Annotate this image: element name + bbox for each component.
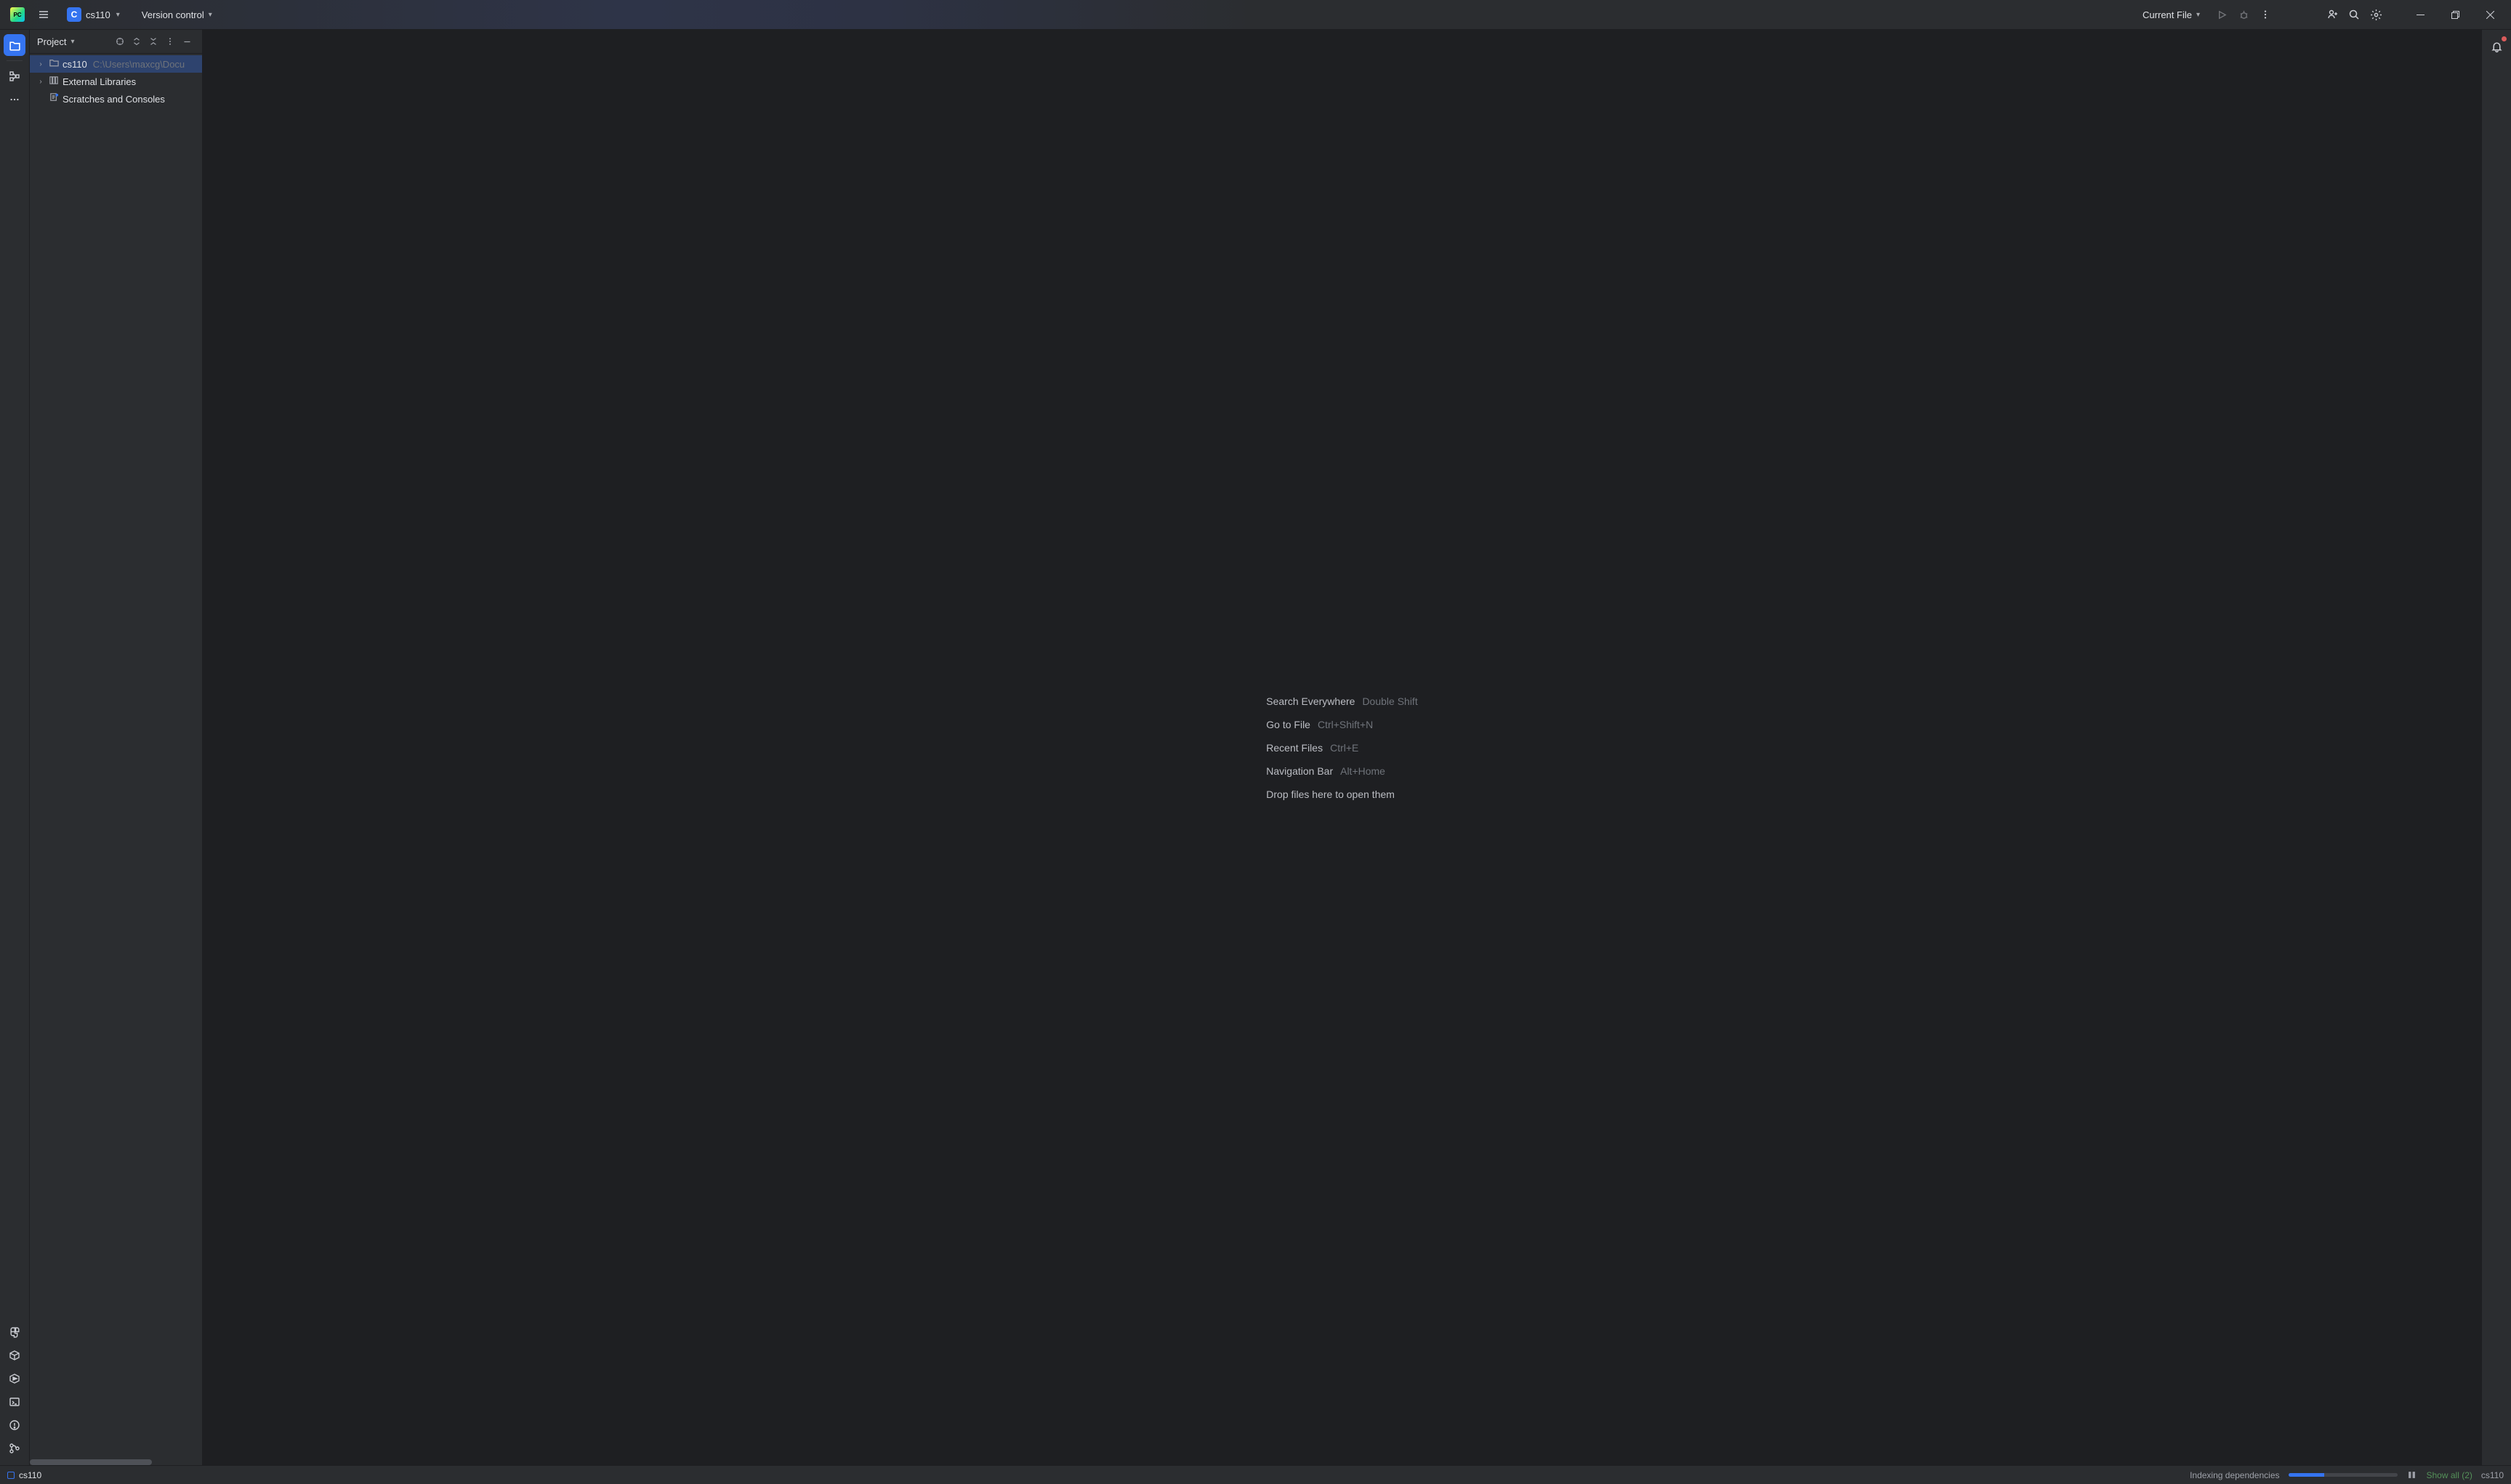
search-everywhere-button[interactable] — [2344, 4, 2364, 25]
right-tool-rail — [2481, 30, 2511, 1465]
project-name: cs110 — [86, 9, 110, 20]
more-actions-button[interactable] — [2255, 4, 2276, 25]
hint-search-everywhere[interactable]: Search Everywhere Double Shift — [1266, 695, 1417, 707]
project-tool-window: Project ▾ — [30, 30, 203, 1465]
indexing-progress-bar[interactable] — [2289, 1473, 2398, 1477]
hint-recent-files[interactable]: Recent Files Ctrl+E — [1266, 742, 1417, 754]
chevron-down-icon: ▾ — [209, 11, 212, 19]
window-close-button[interactable] — [2473, 0, 2507, 30]
project-view-selector[interactable]: Project ▾ — [37, 36, 75, 47]
project-badge: C — [67, 7, 81, 22]
more-tool-windows-button[interactable] — [4, 89, 25, 110]
notifications-button[interactable] — [2486, 36, 2507, 57]
terminal-tool-button[interactable] — [4, 1391, 25, 1413]
scratches-icon — [49, 92, 60, 105]
expand-all-button[interactable] — [129, 33, 145, 49]
panel-options-button[interactable] — [162, 33, 178, 49]
chevron-right-icon[interactable]: › — [36, 60, 46, 68]
version-control-label: Version control — [142, 9, 204, 20]
tree-root-node[interactable]: › cs110 C:\Users\maxcg\Docu — [30, 55, 202, 73]
notification-indicator-dot — [2502, 36, 2507, 41]
editor-empty-state[interactable]: Search Everywhere Double Shift Go to Fil… — [203, 30, 2481, 1465]
chevron-down-icon: ▾ — [116, 11, 120, 19]
chevron-down-icon: ▾ — [70, 38, 74, 46]
run-configuration-selector[interactable]: Current File ▾ — [2137, 7, 2206, 23]
hide-panel-button[interactable] — [179, 33, 195, 49]
left-tool-rail — [0, 30, 30, 1465]
run-button[interactable] — [2212, 4, 2232, 25]
horizontal-scrollbar[interactable] — [30, 1459, 202, 1465]
chevron-down-icon: ▾ — [2196, 11, 2200, 19]
status-breadcrumb[interactable]: cs110 — [7, 1470, 41, 1480]
debug-button[interactable] — [2233, 4, 2254, 25]
progress-fill — [2289, 1473, 2325, 1477]
services-tool-button[interactable] — [4, 1368, 25, 1390]
library-icon — [49, 75, 60, 88]
structure-tool-button[interactable] — [4, 65, 25, 87]
hint-go-to-file[interactable]: Go to File Ctrl+Shift+N — [1266, 719, 1417, 730]
settings-button[interactable] — [2366, 4, 2386, 25]
code-with-me-button[interactable] — [2322, 4, 2342, 25]
tree-scratches-label: Scratches and Consoles — [63, 94, 165, 105]
hint-drop-files: Drop files here to open them — [1266, 789, 1417, 800]
python-console-tool-button[interactable] — [4, 1321, 25, 1343]
project-tree[interactable]: › cs110 C:\Users\maxcg\Docu › External L… — [30, 54, 202, 1459]
hint-navigation-bar[interactable]: Navigation Bar Alt+Home — [1266, 765, 1417, 777]
problems-tool-button[interactable] — [4, 1414, 25, 1436]
tree-root-path: C:\Users\maxcg\Docu — [93, 59, 185, 70]
title-bar: PC C cs110 ▾ Version control ▾ Current F… — [0, 0, 2511, 30]
run-config-label: Current File — [2143, 9, 2192, 20]
collapse-all-button[interactable] — [145, 33, 161, 49]
tree-external-libraries-node[interactable]: › External Libraries — [30, 73, 202, 90]
show-all-tasks-link[interactable]: Show all (2) — [2427, 1470, 2472, 1480]
pause-indexing-button[interactable] — [2406, 1469, 2418, 1481]
scrollbar-thumb[interactable] — [30, 1459, 152, 1465]
interpreter-selector[interactable]: cs110 — [2481, 1470, 2504, 1480]
main-menu-button[interactable] — [33, 4, 54, 25]
project-panel-header: Project ▾ — [30, 30, 202, 54]
tree-external-libraries-label: External Libraries — [63, 76, 136, 87]
chevron-right-icon[interactable]: › — [36, 78, 46, 86]
status-task-label[interactable]: Indexing dependencies — [2190, 1470, 2279, 1480]
tree-scratches-node[interactable]: › Scratches and Consoles — [30, 90, 202, 108]
pycharm-logo-icon: PC — [10, 7, 25, 22]
status-bar: cs110 Indexing dependencies Show all (2)… — [0, 1465, 2511, 1484]
python-packages-tool-button[interactable] — [4, 1344, 25, 1366]
window-minimize-button[interactable] — [2403, 0, 2437, 30]
project-panel-title: Project — [37, 36, 66, 47]
module-icon — [7, 1472, 15, 1479]
project-selector[interactable]: C cs110 ▾ — [61, 4, 126, 25]
window-maximize-button[interactable] — [2438, 0, 2472, 30]
folder-icon — [49, 57, 60, 70]
select-opened-file-button[interactable] — [112, 33, 128, 49]
project-tool-button[interactable] — [4, 34, 25, 56]
version-control-menu[interactable]: Version control ▾ — [136, 7, 218, 23]
status-breadcrumb-label: cs110 — [19, 1470, 41, 1480]
tree-root-name: cs110 — [63, 59, 87, 70]
version-control-tool-button[interactable] — [4, 1437, 25, 1459]
